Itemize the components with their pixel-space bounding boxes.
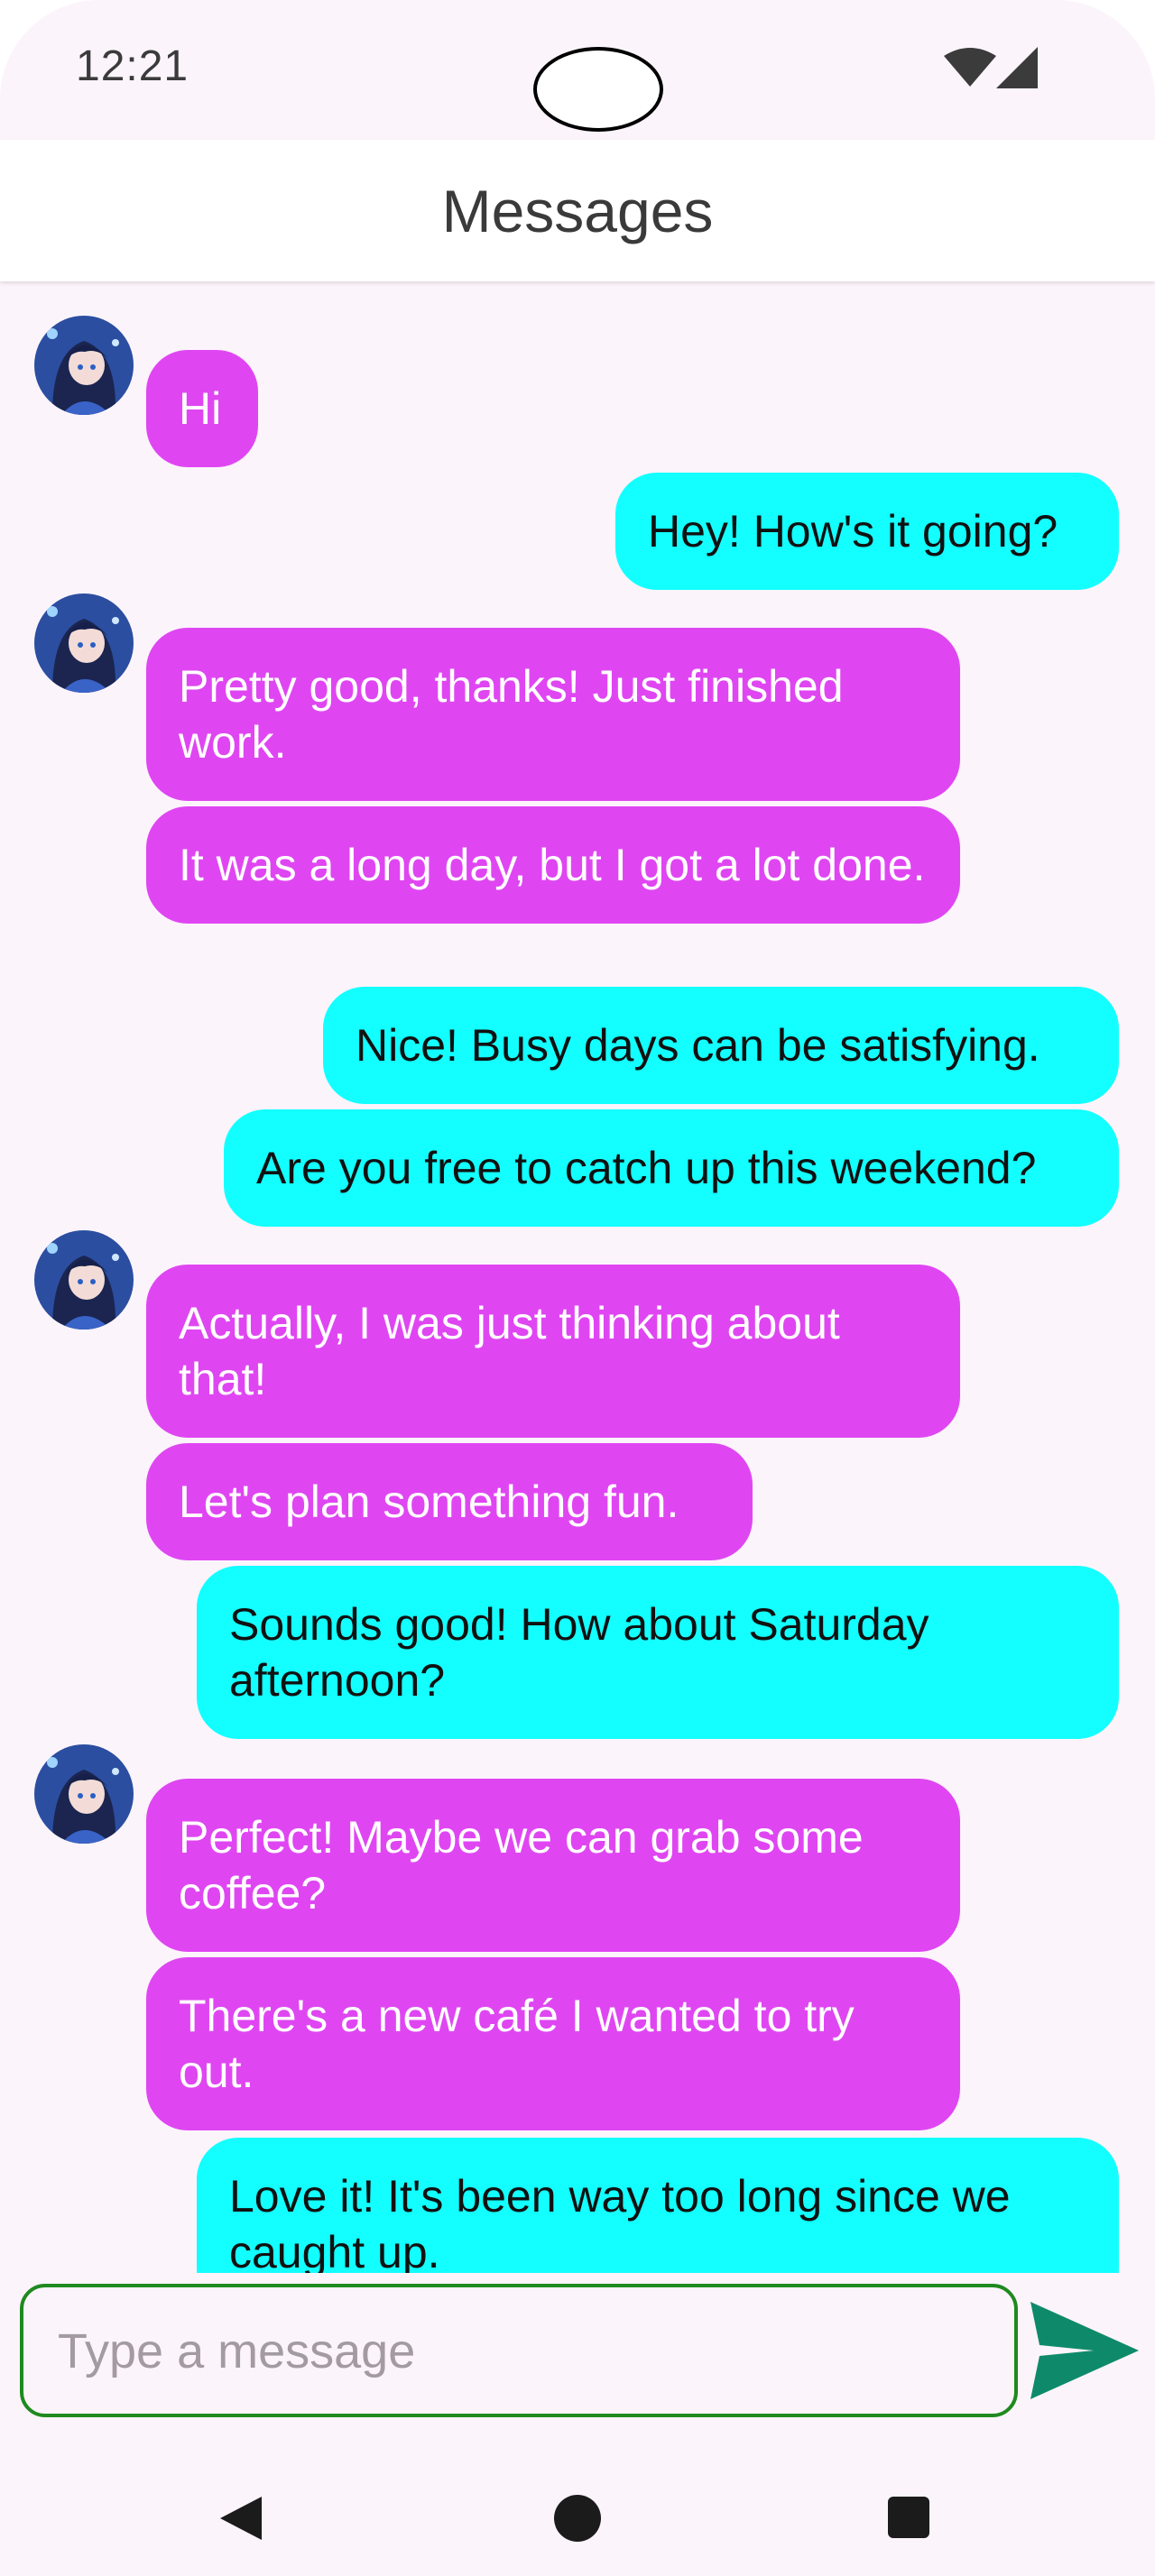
back-icon[interactable] [217, 2493, 267, 2544]
outgoing-message-bubble: Nice! Busy days can be satisfying. [323, 987, 1119, 1104]
incoming-message-bubble: Actually, I was just thinking about that… [146, 1265, 960, 1438]
message-input-field[interactable] [20, 2284, 1018, 2417]
avatar-image [34, 1744, 134, 1844]
system-nav-bar [0, 2453, 1155, 2576]
message-input[interactable] [56, 2287, 985, 2415]
incoming-message-bubble: It was a long day, but I got a lot done. [146, 806, 960, 924]
message-list[interactable]: Hi Hey! How's it going? Pretty good, tha… [0, 281, 1155, 2284]
outgoing-message-bubble: Sounds good! How about Saturday afternoo… [197, 1566, 1119, 1739]
avatar [34, 593, 134, 693]
incoming-message-bubble: Perfect! Maybe we can grab some coffee? [146, 1779, 960, 1952]
avatar-image [34, 593, 134, 693]
outgoing-message-bubble: Are you free to catch up this weekend? [224, 1109, 1119, 1227]
status-bar: 12:21 [0, 0, 1155, 140]
page-title: Messages [441, 177, 714, 244]
avatar-image [34, 1230, 134, 1329]
incoming-message-bubble: Hi [146, 350, 258, 467]
avatar-image [34, 316, 134, 415]
avatar [34, 1230, 134, 1329]
avatar [34, 1744, 134, 1844]
status-time: 12:21 [76, 42, 189, 90]
avatar [34, 316, 134, 415]
incoming-message-bubble: Let's plan something fun. [146, 1443, 753, 1560]
message-composer [0, 2273, 1155, 2444]
camera-cutout [533, 47, 663, 132]
outgoing-message-bubble: Love it! It's been way too long since we… [197, 2138, 1119, 2284]
incoming-message-bubble: Pretty good, thanks! Just finished work. [146, 628, 960, 801]
incoming-message-bubble: There's a new café I wanted to try out. [146, 1957, 960, 2130]
outgoing-message-bubble: Hey! How's it going? [615, 473, 1119, 590]
recents-icon[interactable] [888, 2497, 929, 2538]
home-icon[interactable] [554, 2495, 601, 2542]
wifi-icon [944, 48, 996, 87]
send-icon[interactable] [1029, 2298, 1141, 2403]
top-app-bar: Messages [0, 140, 1155, 281]
signal-icon [996, 47, 1038, 88]
phone-screen: 12:21 Messages Hi Hey! How's it going? P… [0, 0, 1155, 2576]
